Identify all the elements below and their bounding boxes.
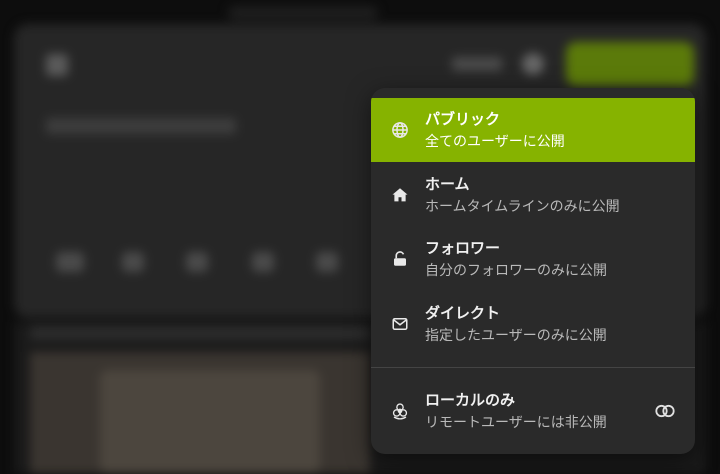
visibility-option-specified[interactable]: ダイレクト 指定したユーザーのみに公開	[371, 292, 695, 356]
option-description: ホームタイムラインのみに公開	[425, 199, 620, 215]
option-title: ローカルのみ	[425, 391, 516, 409]
timeline-header	[30, 326, 370, 340]
option-description: 自分のフォロワーのみに公開	[425, 263, 607, 279]
biohazard-icon	[391, 402, 409, 420]
option-title: ダイレクト	[425, 304, 501, 322]
note-button	[566, 42, 694, 86]
hashtag-icon	[316, 252, 338, 272]
option-description: リモートユーザーには非公開	[425, 415, 607, 431]
envelope-icon	[391, 315, 409, 333]
visibility-icon	[522, 53, 544, 75]
local-only-toggle[interactable]: ローカルのみ リモートユーザーには非公開	[371, 379, 695, 443]
option-description: 全てのユーザーに公開	[425, 134, 565, 150]
poll-icon	[122, 252, 144, 272]
option-title: パブリック	[425, 110, 501, 128]
option-title: フォロワー	[425, 239, 501, 257]
visibility-option-home[interactable]: ホーム ホームタイムラインのみに公開	[371, 163, 695, 227]
cw-icon	[186, 252, 208, 272]
close-icon	[46, 54, 68, 76]
unlock-icon	[391, 250, 409, 268]
visibility-option-followers[interactable]: フォロワー 自分のフォロワーのみに公開	[371, 227, 695, 291]
toggle-off-icon[interactable]	[655, 403, 675, 419]
visibility-menu: パブリック 全てのユーザーに公開 ホーム ホームタイムラインのみに公開 フォロワ…	[371, 88, 695, 454]
drafts-link	[452, 57, 502, 71]
option-description: 指定したユーザーのみに公開	[425, 328, 607, 344]
visibility-option-public[interactable]: パブリック 全てのユーザーに公開	[371, 98, 695, 162]
attach-icon	[56, 252, 84, 272]
globe-icon	[391, 121, 409, 139]
menu-divider	[371, 367, 695, 368]
home-icon	[391, 186, 409, 204]
text-placeholder	[46, 118, 236, 134]
mention-icon	[252, 252, 274, 272]
timeline-image-inner	[100, 370, 320, 474]
option-title: ホーム	[425, 175, 470, 193]
header-bar	[228, 6, 378, 20]
